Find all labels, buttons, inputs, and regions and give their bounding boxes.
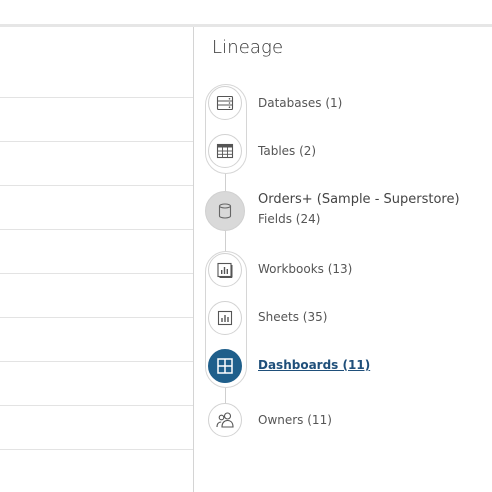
- database-icon: [216, 95, 234, 111]
- list-row-divider: [0, 405, 193, 406]
- sheets-node[interactable]: [208, 301, 242, 335]
- list-row-divider: [0, 317, 193, 318]
- dashboards-link[interactable]: Dashboards (11): [258, 358, 370, 372]
- datasource-title: Orders+ (Sample - Superstore): [258, 192, 460, 207]
- list-row-divider: [0, 273, 193, 274]
- table-icon: [216, 143, 234, 159]
- fields-link[interactable]: Fields (24): [258, 212, 320, 226]
- workbook-icon: [216, 262, 234, 278]
- lineage-connector: [225, 231, 226, 253]
- lineage-panel: Lineage Databases (1) Tables (2) Orders+…: [194, 27, 492, 492]
- owners-icon: [215, 411, 235, 429]
- left-list-pane: [0, 27, 194, 492]
- tables-link[interactable]: Tables (2): [258, 144, 316, 158]
- workbooks-node[interactable]: [208, 253, 242, 287]
- list-row-divider: [0, 141, 193, 142]
- databases-link[interactable]: Databases (1): [258, 96, 342, 110]
- datasource-node: [205, 191, 245, 231]
- list-row-divider: [0, 185, 193, 186]
- list-row-divider: [0, 361, 193, 362]
- sheet-icon: [217, 310, 233, 326]
- lineage-title: Lineage: [212, 37, 284, 58]
- tables-node[interactable]: [208, 134, 242, 168]
- sheets-link[interactable]: Sheets (35): [258, 310, 327, 324]
- datasource-icon: [218, 203, 232, 219]
- dashboards-node[interactable]: [208, 349, 242, 383]
- databases-node[interactable]: [208, 86, 242, 120]
- dashboard-icon: [216, 357, 234, 375]
- workbooks-link[interactable]: Workbooks (13): [258, 262, 352, 276]
- owners-link[interactable]: Owners (11): [258, 413, 332, 427]
- list-row-divider: [0, 449, 193, 450]
- list-row-divider: [0, 97, 193, 98]
- owners-node[interactable]: [208, 403, 242, 437]
- list-row-divider: [0, 229, 193, 230]
- top-bar: [0, 0, 492, 27]
